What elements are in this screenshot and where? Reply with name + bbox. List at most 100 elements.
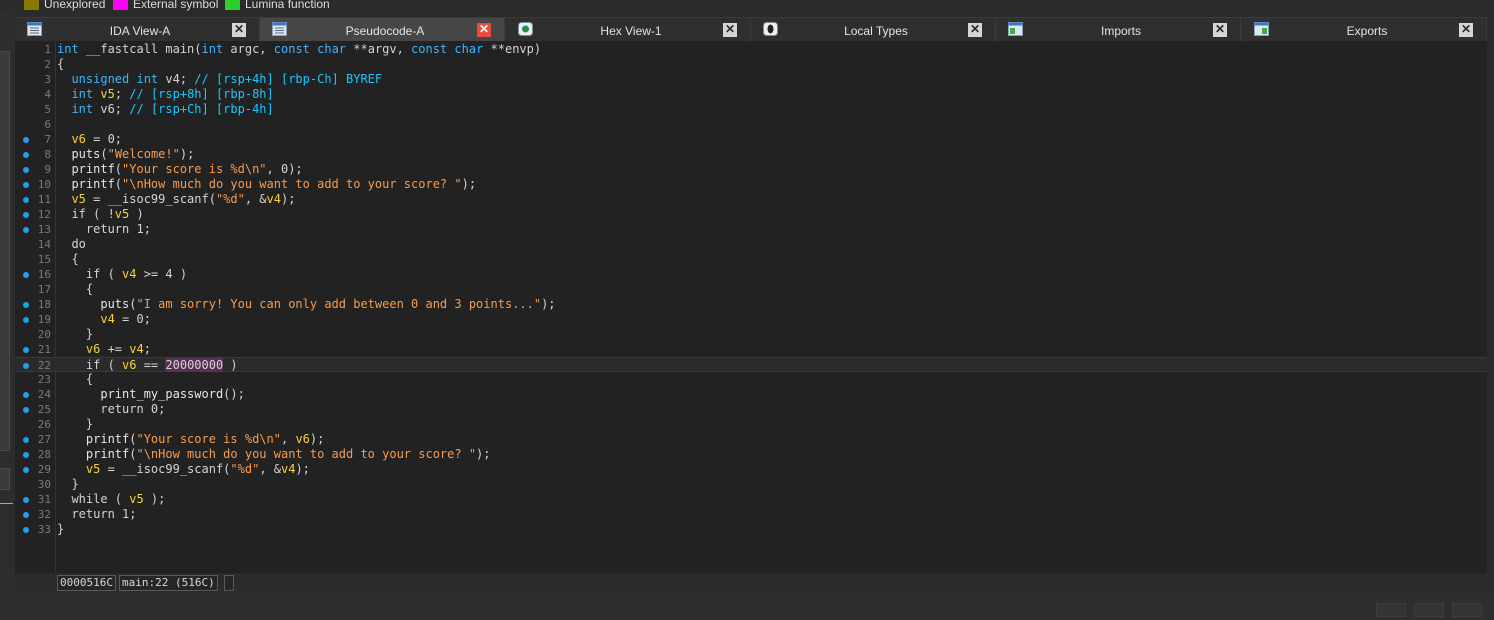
breakpoint-dot-icon[interactable] [23,452,29,458]
code-line[interactable]: 4 int v5; // [rsp+8h] [rbp-8h] [15,87,1487,102]
code-text[interactable]: { [57,252,78,267]
code-line[interactable]: 28 printf("\nHow much do you want to add… [15,447,1487,462]
code-text[interactable]: unsigned int v4; // [rsp+4h] [rbp-Ch] BY… [57,72,382,87]
tab-hex-view-1[interactable]: Hex View-1 ✕ [506,18,751,42]
breakpoint-dot-icon[interactable] [23,363,29,369]
code-text[interactable]: printf("Your score is %d\n", v6); [57,432,324,447]
breakpoint-dot-icon[interactable] [23,347,29,353]
left-panel-lower[interactable] [0,468,10,490]
code-line[interactable]: 23 { [15,372,1487,387]
tab-close-icon[interactable]: ✕ [1213,23,1227,37]
breakpoint-dot-icon[interactable] [23,197,29,203]
code-text[interactable]: while ( v5 ); [57,492,165,507]
code-line[interactable]: 20 } [15,327,1487,342]
code-text[interactable]: v5 = __isoc99_scanf("%d", &v4); [57,462,310,477]
code-line[interactable]: 9 printf("Your score is %d\n", 0); [15,162,1487,177]
code-line[interactable]: 15 { [15,252,1487,267]
code-text[interactable]: if ( v4 >= 4 ) [57,267,187,282]
code-text[interactable]: { [57,372,93,387]
code-text[interactable]: } [57,522,64,537]
code-text[interactable]: return 1; [57,507,136,522]
code-line[interactable]: 5 int v6; // [rsp+Ch] [rbp-4h] [15,102,1487,117]
code-text[interactable]: print_my_password(); [57,387,245,402]
code-line[interactable]: 1 int __fastcall main(int argc, const cha… [15,42,1487,57]
tab-exports[interactable]: Exports ✕ [1242,18,1487,42]
tab-close-icon[interactable]: ✕ [968,23,982,37]
code-line[interactable]: 18 puts("I am sorry! You can only add be… [15,297,1487,312]
code-line[interactable]: 30 } [15,477,1487,492]
code-line[interactable]: 14 do [15,237,1487,252]
code-line[interactable]: 19 v4 = 0; [15,312,1487,327]
code-text[interactable]: printf("Your score is %d\n", 0); [57,162,302,177]
close-icon[interactable] [1452,603,1482,617]
breakpoint-dot-icon[interactable] [23,272,29,278]
code-text[interactable]: int v5; // [rsp+8h] [rbp-8h] [57,87,273,102]
code-line[interactable]: 6 [15,117,1487,132]
code-text[interactable]: int v6; // [rsp+Ch] [rbp-4h] [57,102,273,117]
code-line[interactable]: 10 printf("\nHow much do you want to add… [15,177,1487,192]
code-text[interactable]: return 0; [57,402,165,417]
code-line[interactable]: 33} [15,522,1487,537]
pseudocode-view[interactable]: 1 int __fastcall main(int argc, const cha… [15,41,1487,573]
breakpoint-dot-icon[interactable] [23,467,29,473]
code-line[interactable]: 13 return 1; [15,222,1487,237]
code-text[interactable]: } [57,327,93,342]
code-text[interactable]: printf("\nHow much do you want to add to… [57,447,491,462]
code-text[interactable]: puts("Welcome!"); [57,147,194,162]
tab-close-icon[interactable]: ✕ [723,23,737,37]
code-text[interactable]: puts("I am sorry! You can only add betwe… [57,297,555,312]
code-text[interactable]: v6 += v4; [57,342,151,357]
code-line[interactable]: 27 printf("Your score is %d\n", v6); [15,432,1487,447]
code-line[interactable]: 22 if ( v6 == 20000000 ) [15,357,1487,372]
breakpoint-dot-icon[interactable] [23,137,29,143]
breakpoint-dot-icon[interactable] [23,182,29,188]
breakpoint-dot-icon[interactable] [23,152,29,158]
code-line[interactable]: 16 if ( v4 >= 4 ) [15,267,1487,282]
code-text[interactable]: v5 = __isoc99_scanf("%d", &v4); [57,192,295,207]
breakpoint-dot-icon[interactable] [23,437,29,443]
tab-close-icon[interactable]: ✕ [1459,23,1473,37]
code-line[interactable]: 21 v6 += v4; [15,342,1487,357]
breakpoint-dot-icon[interactable] [23,392,29,398]
tab-close-icon[interactable]: ✕ [232,23,246,37]
code-text[interactable]: do [57,237,85,252]
code-line[interactable]: 29 v5 = __isoc99_scanf("%d", &v4); [15,462,1487,477]
code-line[interactable]: 12 if ( !v5 ) [15,207,1487,222]
code-text[interactable]: if ( !v5 ) [57,207,143,222]
tab-imports[interactable]: Imports ✕ [996,18,1241,42]
code-text[interactable]: v6 = 0; [57,132,122,147]
breakpoint-dot-icon[interactable] [23,212,29,218]
code-line[interactable]: 8 puts("Welcome!"); [15,147,1487,162]
left-panel-upper[interactable] [0,51,10,451]
code-line[interactable]: 11 v5 = __isoc99_scanf("%d", &v4); [15,192,1487,207]
code-text[interactable]: printf("\nHow much do you want to add to… [57,177,476,192]
breakpoint-dot-icon[interactable] [23,317,29,323]
code-text[interactable]: { [57,282,93,297]
code-text[interactable]: { [57,57,64,72]
code-line[interactable]: 32 return 1; [15,507,1487,522]
tab-pseudocode-a[interactable]: Pseudocode-A ✕ [260,18,505,42]
tab-close-icon[interactable]: ✕ [477,23,491,37]
tab-ida-view-a[interactable]: IDA View-A ✕ [15,18,260,42]
breakpoint-dot-icon[interactable] [23,497,29,503]
breakpoint-dot-icon[interactable] [23,302,29,308]
code-line[interactable]: 3 unsigned int v4; // [rsp+4h] [rbp-Ch] … [15,72,1487,87]
code-text[interactable]: } [57,417,93,432]
code-text[interactable]: v4 = 0; [57,312,151,327]
code-text[interactable]: int __fastcall main(int argc, const char… [57,42,541,57]
code-line[interactable]: 31 while ( v5 ); [15,492,1487,507]
tab-local-types[interactable]: Local Types ✕ [751,18,996,42]
breakpoint-dot-icon[interactable] [23,407,29,413]
window-icon[interactable] [1376,603,1406,617]
breakpoint-dot-icon[interactable] [23,527,29,533]
code-line[interactable]: 7 v6 = 0; [15,132,1487,147]
breakpoint-dot-icon[interactable] [23,167,29,173]
code-text[interactable]: } [57,477,78,492]
code-line[interactable]: 17 { [15,282,1487,297]
code-line[interactable]: 25 return 0; [15,402,1487,417]
code-text[interactable]: return 1; [57,222,151,237]
breakpoint-dot-icon[interactable] [23,512,29,518]
code-line[interactable]: 26 } [15,417,1487,432]
breakpoint-dot-icon[interactable] [23,227,29,233]
code-text[interactable]: if ( v6 == 20000000 ) [57,358,238,373]
